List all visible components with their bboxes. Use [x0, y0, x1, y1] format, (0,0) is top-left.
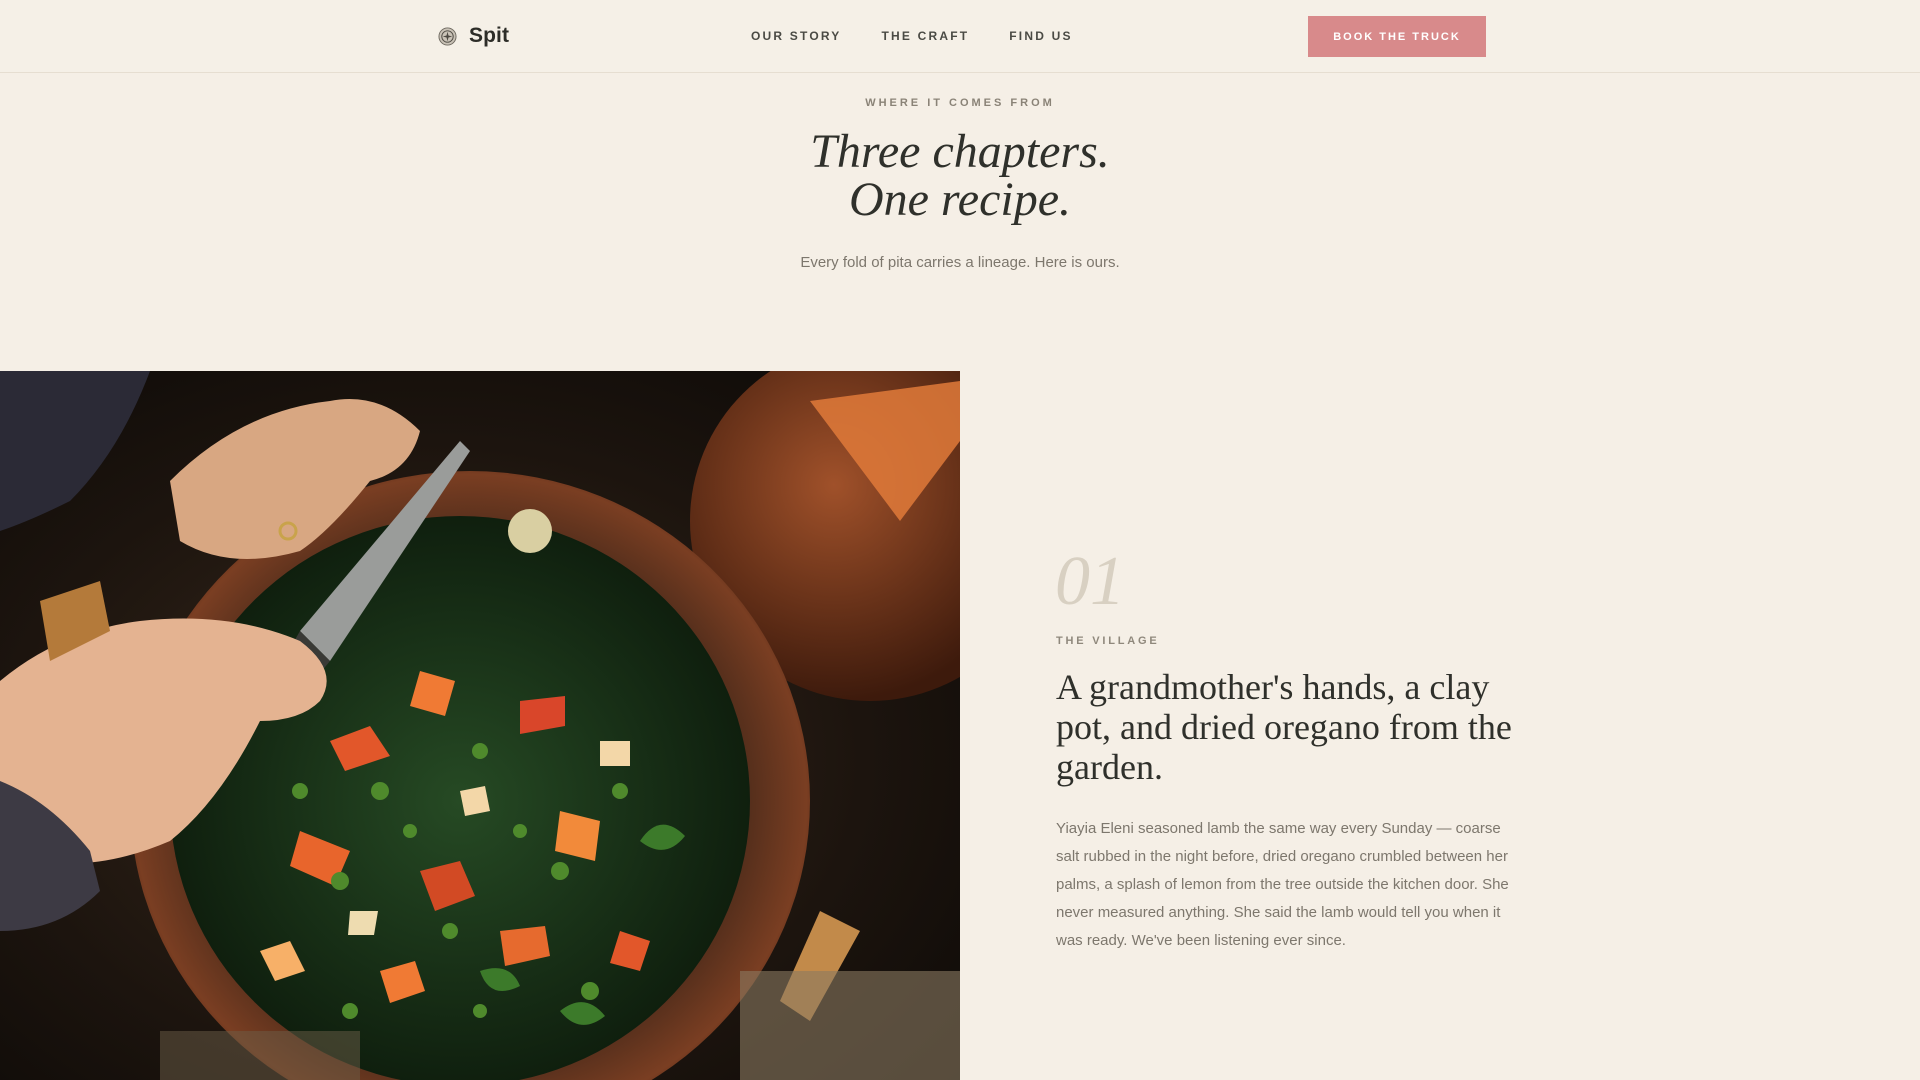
nav-link-find-us[interactable]: FIND US	[1009, 29, 1072, 43]
nav-link-our-story[interactable]: OUR STORY	[751, 29, 841, 43]
chapter-title: A grandmother's hands, a clay pot, and d…	[1056, 667, 1512, 787]
chapter-photo	[0, 371, 960, 1080]
page-title-line-2: One recipe.	[848, 173, 1072, 226]
brand-name: Spit	[469, 24, 510, 47]
chapter-number: 01	[1055, 543, 1125, 620]
book-the-truck-button[interactable]: BOOK THE TRUCK	[1308, 16, 1486, 57]
page-subtitle: Every fold of pita carries a lineage. He…	[800, 254, 1120, 271]
section-eyebrow: WHERE IT COMES FROM	[865, 97, 1055, 109]
brand-logo[interactable]: Spit	[438, 22, 509, 50]
nav-link-the-craft[interactable]: THE CRAFT	[881, 29, 969, 43]
primary-nav: OUR STORY THE CRAFT FIND US	[751, 29, 1073, 43]
cooking-photo-illustration	[0, 371, 960, 1080]
page-title: Three chapters. One recipe.	[0, 128, 1920, 224]
site-header: Spit OUR STORY THE CRAFT FIND US BOOK TH…	[0, 0, 1920, 73]
chapter-body: Yiayia Eleni seasoned lamb the same way …	[1056, 820, 1509, 949]
seal-icon	[438, 26, 457, 46]
chapter-label: THE VILLAGE	[1056, 635, 1160, 647]
page-title-line-1: Three chapters.	[810, 125, 1110, 178]
